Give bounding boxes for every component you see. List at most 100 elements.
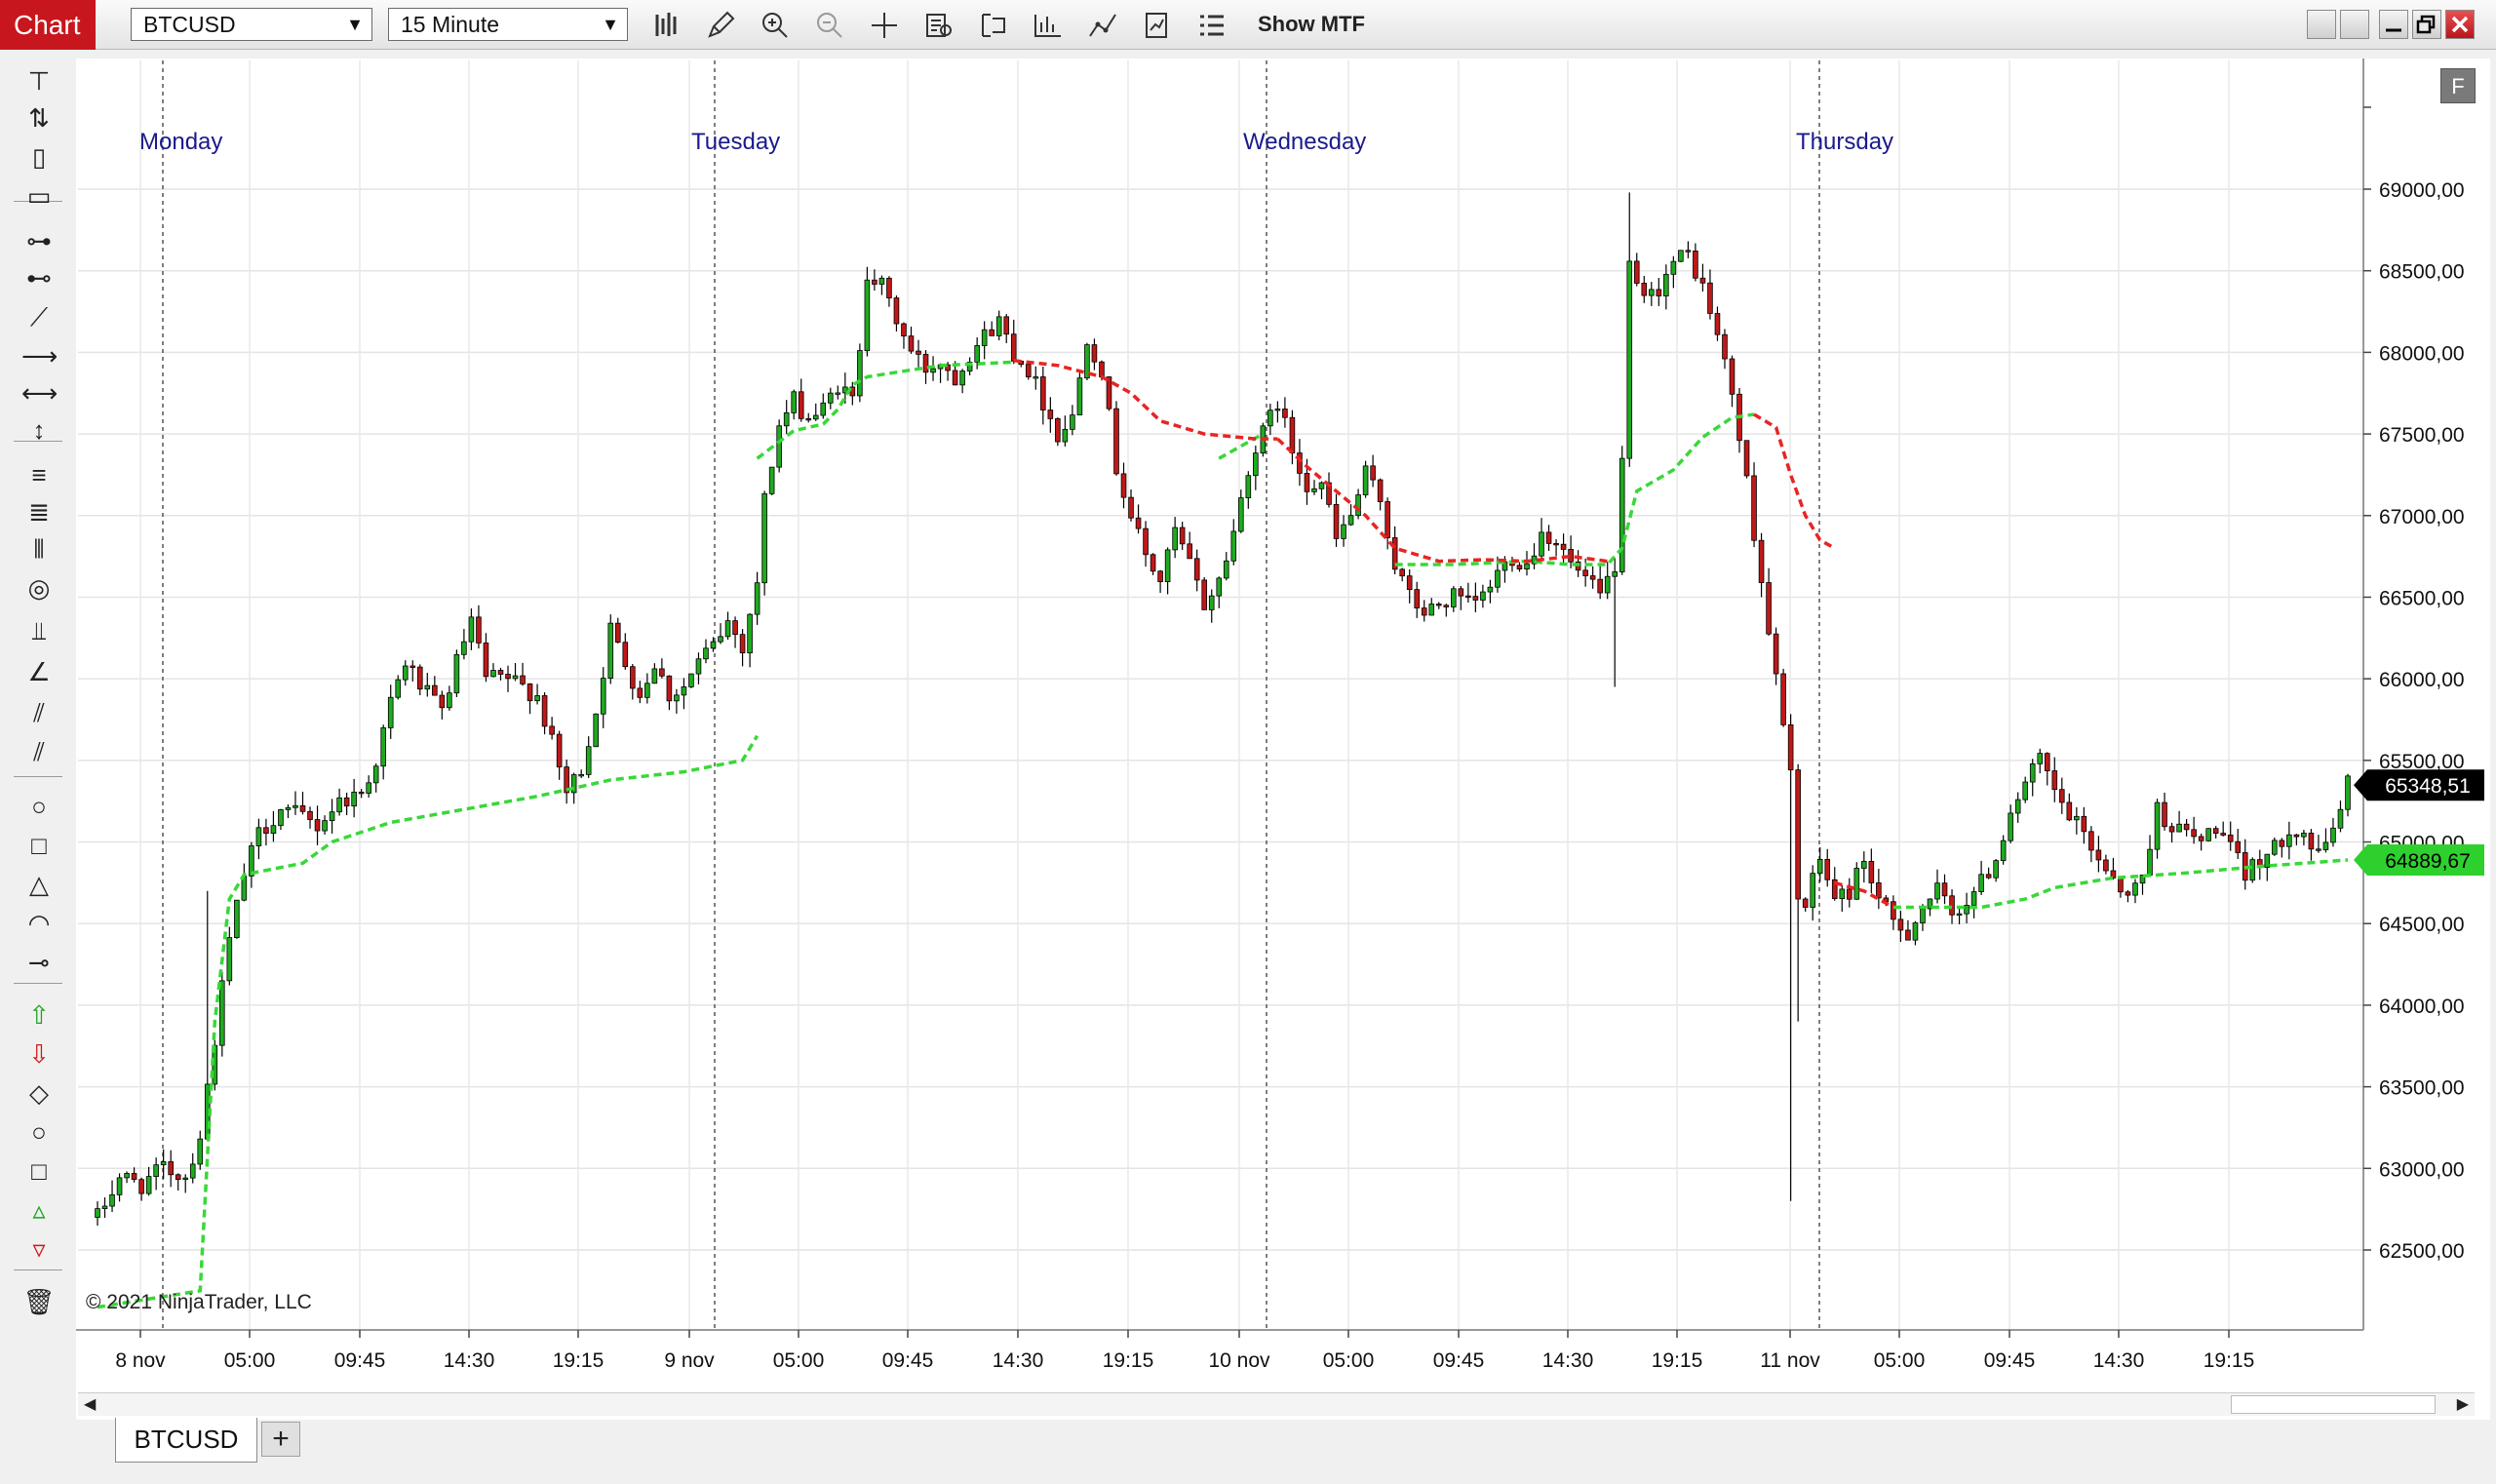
arrow-line-icon[interactable]: ⟶ <box>21 339 58 372</box>
horizontal-line-icon[interactable]: ⟷ <box>21 376 58 410</box>
vertical-line-icon[interactable]: ↕ <box>21 413 57 447</box>
x-tick-label: 05:00 <box>1874 1349 1926 1372</box>
show-mtf-button[interactable]: Show MTF <box>1258 12 1365 37</box>
indicators-icon[interactable] <box>977 9 1010 42</box>
crosshair-icon[interactable] <box>868 9 901 42</box>
candle <box>2272 837 2278 856</box>
ray-icon[interactable]: ⊷ <box>21 261 57 294</box>
x-tick-label: 14:30 <box>444 1349 495 1372</box>
draw-pencil-icon[interactable] <box>704 9 737 42</box>
interval-value: 15 Minute <box>401 12 500 37</box>
region-highlight-icon[interactable]: ▭ <box>21 179 57 213</box>
candle <box>768 466 775 495</box>
candle <box>1106 376 1112 411</box>
zoom-in-icon[interactable] <box>759 9 792 42</box>
regression-channel-icon[interactable]: ⫽ <box>21 696 57 729</box>
x-tick-label: 05:00 <box>773 1349 825 1372</box>
f-button[interactable]: F <box>2440 68 2476 103</box>
extended-line-icon[interactable]: ⟋ <box>21 300 57 333</box>
triangle-down-icon[interactable]: ▿ <box>21 1232 57 1266</box>
properties-icon[interactable] <box>1141 9 1174 42</box>
fibonacci-time-icon[interactable]: ⦀ <box>21 532 57 566</box>
day-label: Tuesday <box>691 129 780 155</box>
chart-window: Chart BTCUSD ▼ 15 Minute ▼ Show MTF ⊤ ⇅ … <box>0 0 2496 1484</box>
y-tick-label: 67000,00 <box>2379 506 2465 528</box>
gann-fan-icon[interactable]: ∠ <box>21 655 57 688</box>
candle <box>453 649 460 697</box>
price-chart[interactable]: Monday Tuesday Wednesday Thursday 69000,00 68… <box>76 59 2490 1420</box>
ellipse-icon[interactable]: ○ <box>21 790 57 823</box>
triangle-icon[interactable]: △ <box>21 868 57 901</box>
data-box-icon[interactable] <box>922 9 956 42</box>
x-tick-label: 09:45 <box>882 1349 934 1372</box>
restore-button[interactable] <box>2412 10 2441 39</box>
candle <box>1076 371 1083 415</box>
indicator-value-marker: 64889,67 <box>2354 844 2484 877</box>
snap-left-button[interactable] <box>2307 10 2336 39</box>
y-tick-label: 66500,00 <box>2379 587 2465 609</box>
chevron-down-icon: ▼ <box>346 15 364 34</box>
y-tick-label: 63000,00 <box>2379 1158 2465 1181</box>
x-tick-label: 09:45 <box>1984 1349 2036 1372</box>
arc-icon[interactable]: ◠ <box>21 907 57 940</box>
chart-tab-btcusd[interactable]: BTCUSD <box>115 1418 257 1463</box>
x-tick-label: 09:45 <box>334 1349 386 1372</box>
horizontal-scrollbar[interactable]: ◀ ▶ <box>78 1392 2475 1416</box>
trade-line-icon[interactable] <box>1086 9 1119 42</box>
remove-all-drawings-icon[interactable]: 🗑 <box>21 1285 57 1318</box>
y-tick-label: 64500,00 <box>2379 914 2465 936</box>
bar-type-icon[interactable] <box>651 9 684 42</box>
fibonacci-circle-icon[interactable]: ◎ <box>21 571 57 605</box>
chart-trader-icon[interactable] <box>1195 9 1228 42</box>
x-tick-label: 14:30 <box>1542 1349 1594 1372</box>
candle <box>1201 576 1208 610</box>
add-tab-button[interactable]: + <box>261 1422 300 1457</box>
candle <box>1743 440 1750 479</box>
path-icon[interactable]: ⊸ <box>21 946 57 979</box>
triangle-up-icon[interactable]: ▵ <box>21 1193 57 1227</box>
instrument-selector[interactable]: BTCUSD ▼ <box>131 8 372 41</box>
x-tick-label: 19:15 <box>2204 1349 2255 1372</box>
close-button[interactable] <box>2445 10 2475 39</box>
chart-toolbar: Chart BTCUSD ▼ 15 Minute ▼ Show MTF <box>0 0 2496 50</box>
x-tick-label: 19:15 <box>1103 1349 1154 1372</box>
region-icon[interactable]: ▯ <box>21 140 57 174</box>
square-icon[interactable]: □ <box>21 1154 57 1188</box>
risk-reward-icon[interactable]: ⇅ <box>21 101 57 135</box>
snap-right-button[interactable] <box>2340 10 2369 39</box>
candle <box>593 713 600 748</box>
diamond-icon[interactable]: ◇ <box>21 1076 57 1110</box>
chart-title-tab[interactable]: Chart <box>0 0 96 50</box>
strategies-icon[interactable] <box>1032 9 1065 42</box>
fibonacci-retracement-icon[interactable]: ≡ <box>21 458 57 491</box>
scrollbar-thumb[interactable] <box>2231 1395 2436 1414</box>
candle <box>776 419 782 473</box>
y-tick-label: 62500,00 <box>2379 1240 2465 1263</box>
y-tick-label: 68500,00 <box>2379 261 2465 284</box>
arrow-down-icon[interactable]: ⇩ <box>21 1037 57 1071</box>
last-price-marker: 65348,51 <box>2354 769 2484 801</box>
drawing-tools-toolbar: ⊤ ⇅ ▯ ▭ ⊶ ⊷ ⟋ ⟶ ⟷ ↕ ≡ ≣ ⦀ ◎ ⫫ ∠ ⫽ ⫽ ○ □ △ ◠ ⊸ ⇧ ⇩ ◇ ○ □ ▵ ▿ 🗑 <box>0 51 76 1484</box>
line-icon[interactable]: ⊶ <box>21 224 57 257</box>
ruler-icon[interactable]: ⊤ <box>21 64 57 98</box>
rectangle-icon[interactable]: □ <box>21 829 57 862</box>
instrument-value: BTCUSD <box>143 12 236 37</box>
andrews-pitchfork-icon[interactable]: ⫫ <box>21 614 57 647</box>
candle <box>1618 446 1625 575</box>
dot-icon[interactable]: ○ <box>21 1115 57 1149</box>
y-tick-label: 63500,00 <box>2379 1077 2465 1100</box>
minimize-button[interactable] <box>2379 10 2408 39</box>
x-tick-label: 11 nov <box>1760 1349 1820 1372</box>
day-label: Wednesday <box>1243 129 1366 155</box>
fibonacci-extension-icon[interactable]: ≣ <box>21 495 57 528</box>
day-label: Monday <box>139 129 222 155</box>
x-tick-label: 14:30 <box>2093 1349 2145 1372</box>
zoom-out-icon[interactable] <box>813 9 846 42</box>
scroll-right-icon[interactable]: ▶ <box>2457 1393 2469 1417</box>
scroll-left-icon[interactable]: ◀ <box>84 1393 96 1417</box>
arrow-up-icon[interactable]: ⇧ <box>21 998 57 1032</box>
interval-selector[interactable]: 15 Minute ▼ <box>388 8 628 41</box>
x-tick-label: 09:45 <box>1433 1349 1485 1372</box>
toolbar-separator <box>14 983 62 984</box>
trend-channel-icon[interactable]: ⫽ <box>21 735 57 768</box>
